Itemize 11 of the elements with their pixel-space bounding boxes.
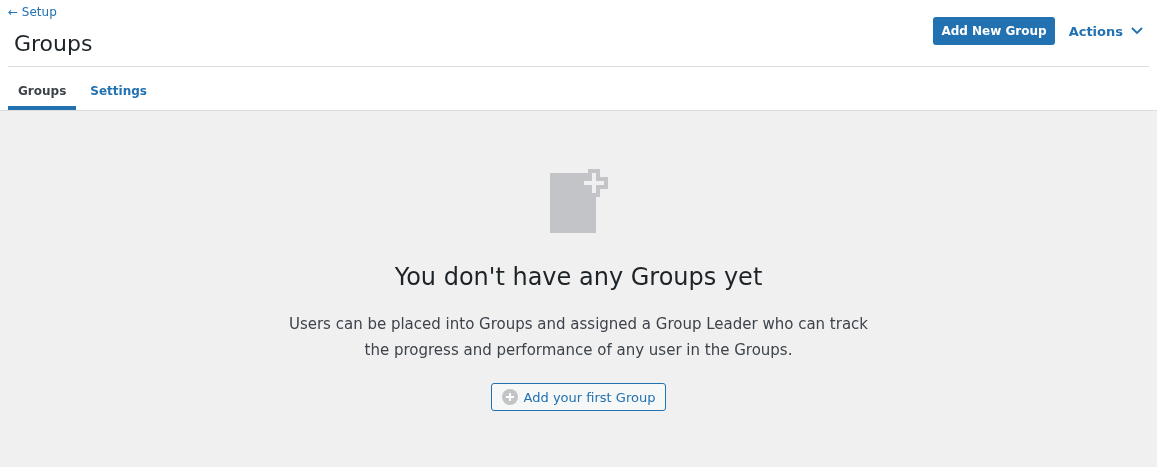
chevron-down-icon (1131, 27, 1143, 35)
page-title: Groups (14, 31, 93, 56)
add-first-group-button[interactable]: Add your first Group (490, 383, 667, 411)
add-new-group-button[interactable]: Add New Group (933, 17, 1055, 45)
add-document-icon (549, 169, 608, 233)
actions-dropdown[interactable]: Actions (1062, 19, 1149, 43)
empty-state-description: Users can be placed into Groups and assigned a Group Leader who can track the progress and performance of any user in the Groups. (287, 314, 870, 361)
tab[interactable]: Settings (80, 84, 157, 110)
plus-circle-icon (501, 389, 518, 405)
back-link[interactable]: ← Setup (8, 5, 93, 19)
empty-state-heading: You don't have any Groups yet (394, 263, 763, 291)
